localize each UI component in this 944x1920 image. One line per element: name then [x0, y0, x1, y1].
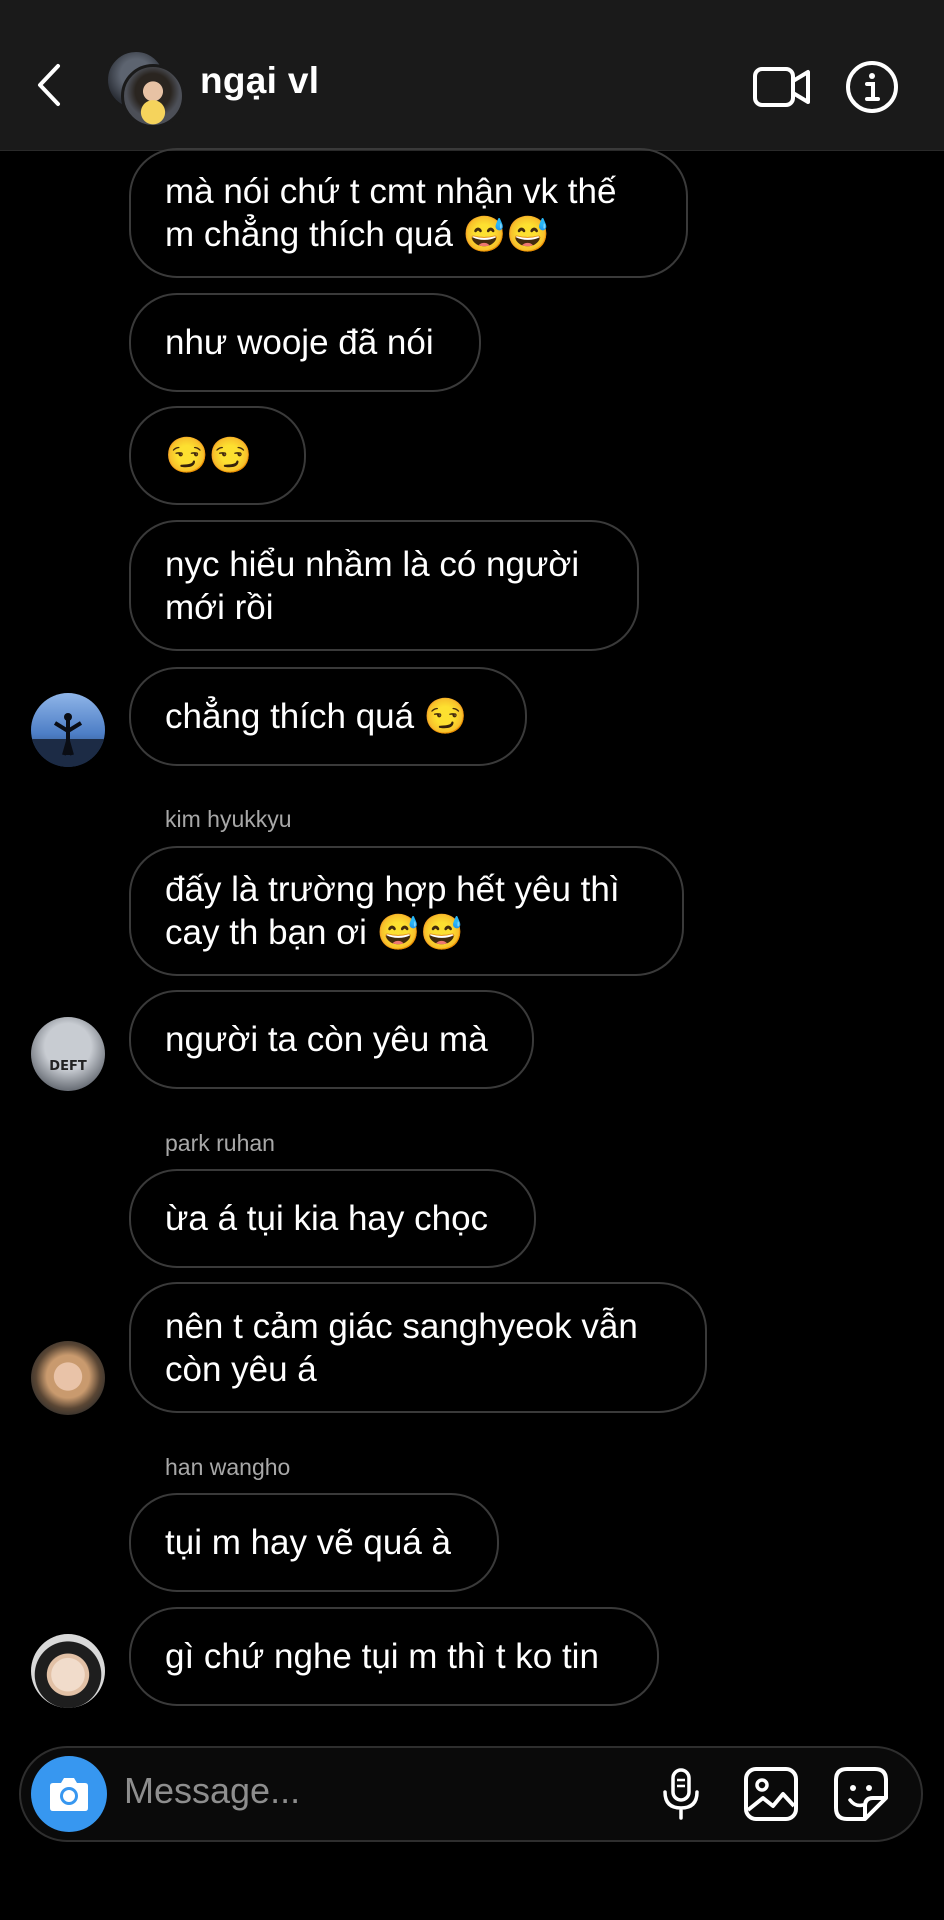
avatar[interactable]	[31, 1341, 105, 1415]
message-text: nên t cảm giác sanghyeok vẫn còn yêu á	[165, 1306, 638, 1389]
sender-name: kim hyukkyu	[165, 806, 292, 832]
message-text: mà nói chứ t cmt nhận vk thế m chẳng thí…	[165, 172, 617, 254]
camera-button[interactable]	[31, 1756, 107, 1832]
message-text: gì chứ nghe tụi m thì t ko tin	[165, 1637, 599, 1676]
back-button[interactable]	[30, 60, 70, 110]
message-text: như wooje đã nói	[165, 323, 434, 362]
message-text: ừa á tụi kia hay chọc	[165, 1199, 489, 1238]
message-composer: Message...	[19, 1746, 923, 1842]
sticker-icon	[834, 1767, 888, 1821]
avatar-front	[121, 64, 185, 128]
avatar-label: DEFT	[49, 1059, 87, 1074]
photo-gallery-icon	[744, 1767, 798, 1821]
message-bubble[interactable]: gì chứ nghe tụi m thì t ko tin	[129, 1607, 659, 1706]
sender-name: park ruhan	[165, 1130, 275, 1156]
message-bubble[interactable]: chẳng thích quá 😏	[129, 667, 527, 766]
message-bubble[interactable]: đấy là trường hợp hết yêu thì cay th bạn…	[129, 846, 684, 976]
chat-title[interactable]: ngại vl	[200, 60, 319, 102]
message-text: chẳng thích quá 😏	[165, 697, 468, 736]
message-bubble[interactable]: 😏😏	[129, 406, 306, 505]
avatar[interactable]	[31, 1634, 105, 1708]
avatar[interactable]	[31, 693, 105, 767]
message-text: nyc hiểu nhầm là có người mới rồi	[165, 544, 580, 627]
camera-icon	[50, 1778, 88, 1811]
microphone-icon	[663, 1768, 699, 1820]
microphone-button[interactable]	[653, 1766, 709, 1822]
message-text: người ta còn yêu mà	[165, 1020, 488, 1059]
message-text: đấy là trường hợp hết yêu thì cay th bạn…	[165, 870, 620, 952]
video-call-button[interactable]	[752, 62, 812, 112]
message-bubble[interactable]: tụi m hay vẽ quá à	[129, 1493, 499, 1592]
message-bubble[interactable]: nyc hiểu nhầm là có người mới rồi	[129, 520, 639, 651]
message-bubble[interactable]: mà nói chứ t cmt nhận vk thế m chẳng thí…	[129, 148, 688, 278]
group-avatar[interactable]	[101, 50, 185, 128]
avatar[interactable]: DEFT	[31, 1017, 105, 1091]
message-bubble[interactable]: ừa á tụi kia hay chọc	[129, 1169, 536, 1268]
chat-header: ngại vl	[0, 0, 944, 151]
message-bubble[interactable]: người ta còn yêu mà	[129, 990, 534, 1089]
info-button[interactable]	[845, 60, 899, 114]
message-input[interactable]: Message...	[124, 1770, 300, 1812]
video-camera-icon	[753, 67, 810, 107]
message-bubble[interactable]: như wooje đã nói	[129, 293, 481, 392]
gallery-button[interactable]	[743, 1766, 799, 1822]
message-bubble[interactable]: nên t cảm giác sanghyeok vẫn còn yêu á	[129, 1282, 707, 1413]
chevron-left-icon	[38, 64, 60, 106]
info-icon	[846, 61, 898, 113]
sender-name: han wangho	[165, 1454, 291, 1480]
silhouette-photo	[31, 693, 105, 767]
message-text: 😏😏	[165, 436, 253, 475]
sticker-button[interactable]	[833, 1766, 889, 1822]
message-text: tụi m hay vẽ quá à	[165, 1523, 451, 1562]
